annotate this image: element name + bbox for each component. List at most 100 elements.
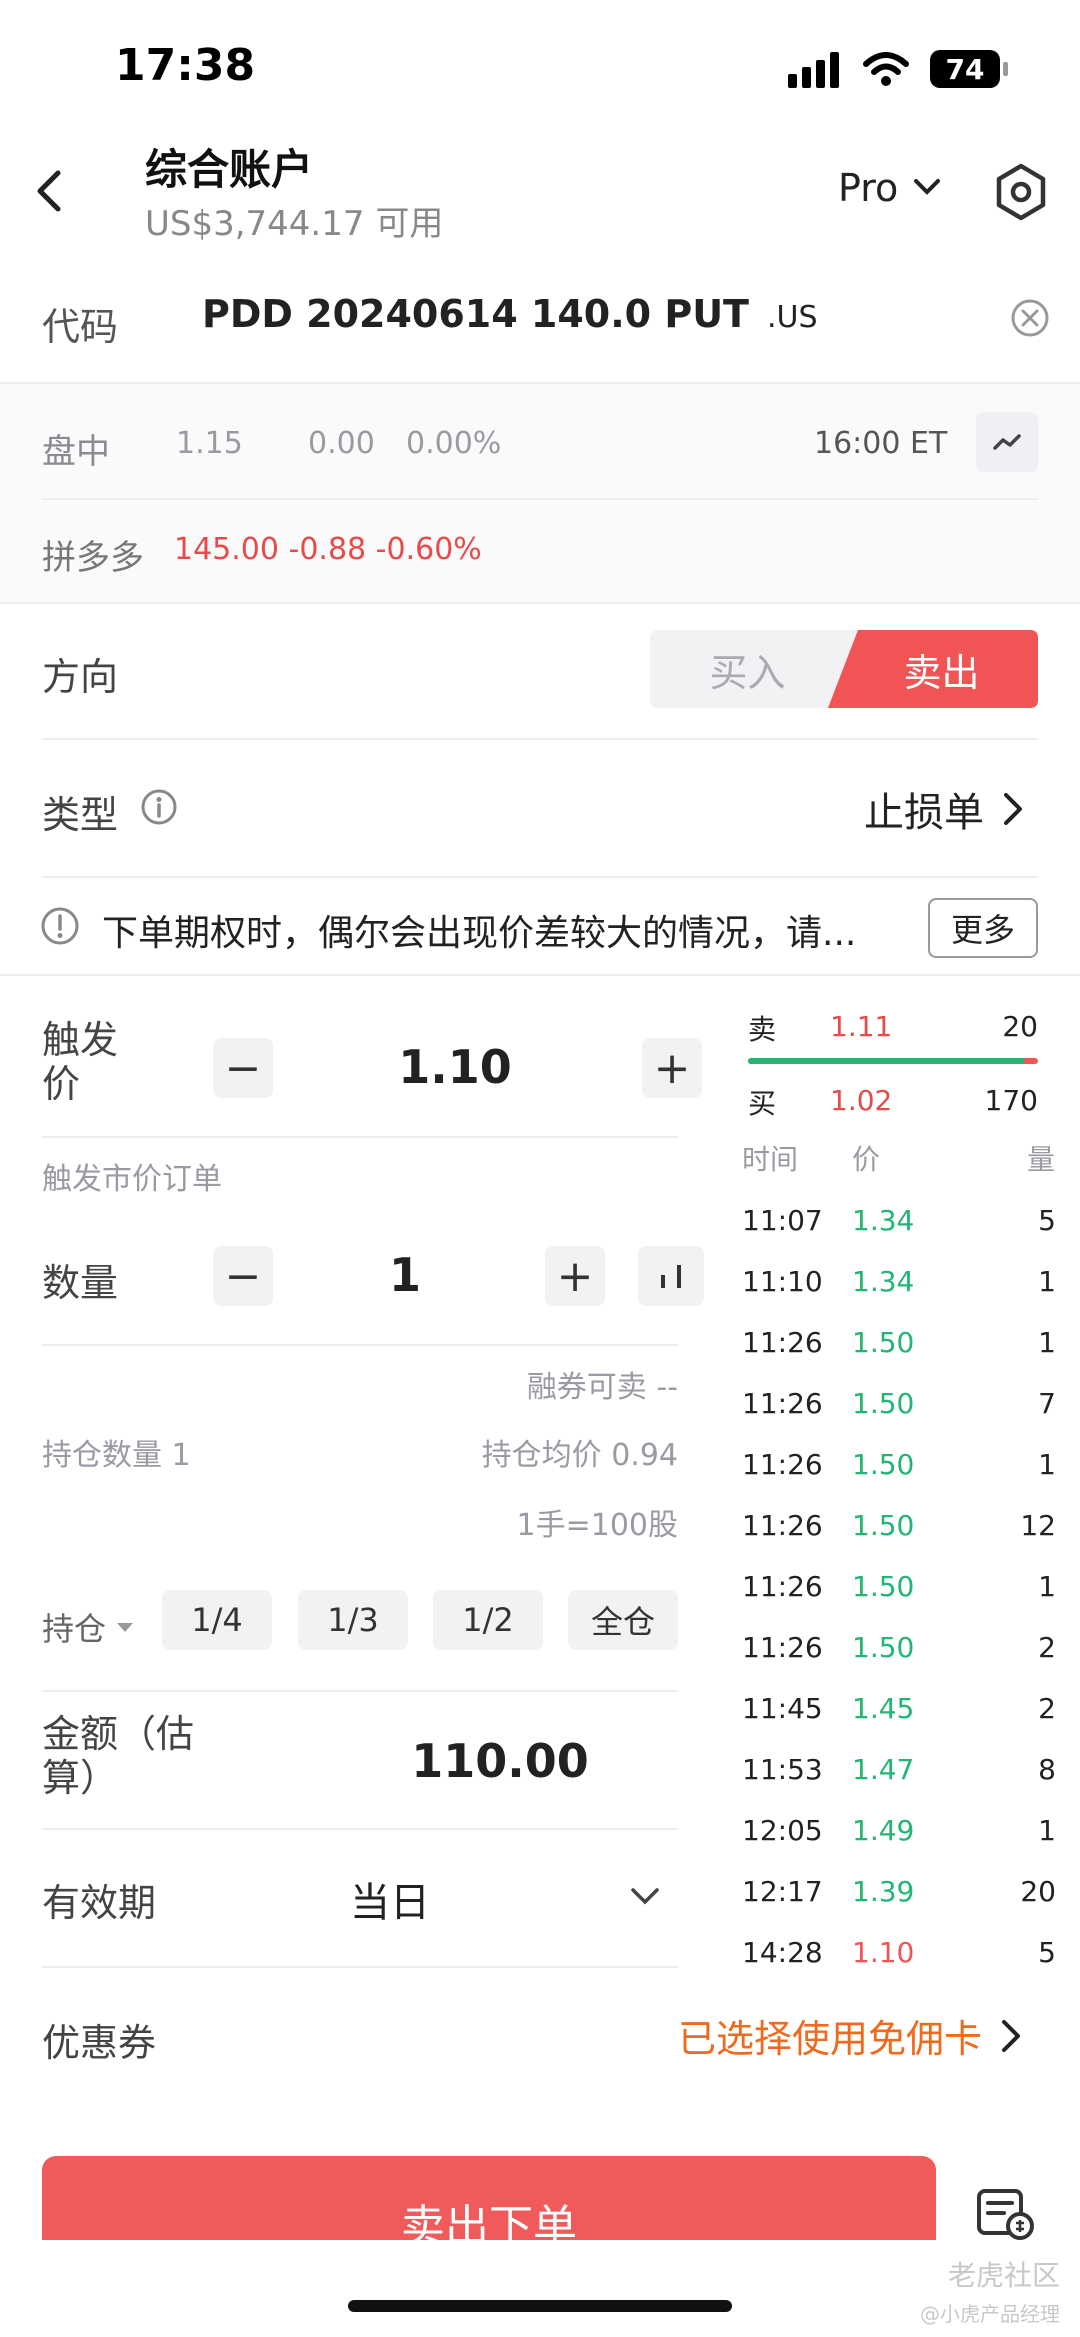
position-option-label: 1/4: [191, 1601, 243, 1639]
trade-qty: 5: [1038, 1204, 1056, 1237]
position-full-button[interactable]: 全仓: [568, 1590, 678, 1650]
trade-row: 14:28 1.10 5: [740, 1936, 1060, 1996]
amount-label-line1: 金额（估: [42, 1712, 195, 1756]
trade-time: 11:07: [742, 1204, 823, 1237]
ask-label: 卖: [748, 1013, 777, 1046]
trade-price: 1.50: [852, 1631, 915, 1664]
order-list-icon[interactable]: [976, 2188, 1036, 2244]
divider: [42, 1344, 678, 1346]
submit-order-button[interactable]: 卖出下单: [42, 2156, 936, 2252]
coupon-label: 优惠券: [42, 2021, 157, 2065]
divider: [42, 1828, 678, 1830]
trade-time: 11:26: [742, 1448, 823, 1481]
trigger-label-line2: 价: [42, 1062, 81, 1106]
trade-price: 1.50: [852, 1387, 915, 1420]
trade-qty: 1: [1038, 1265, 1056, 1298]
trade-row: 11:26 1.50 1: [740, 1326, 1060, 1386]
price-change-pct: 0.00%: [406, 426, 502, 461]
ask-price: 1.11: [830, 1010, 893, 1043]
amount-label: 金额（估 算）: [42, 1712, 194, 1800]
divider: [42, 1136, 678, 1138]
options-notice: 下单期权时，偶尔会出现价差较大的情况，请...: [102, 913, 857, 954]
trade-row: 11:45 1.45 2: [740, 1692, 1060, 1752]
trigger-hint: 触发市价订单: [42, 1162, 222, 1197]
underlying-name[interactable]: 拼多多: [42, 530, 144, 579]
trade-row: 12:05 1.49 1: [740, 1814, 1060, 1874]
avg-price-info: 持仓均价 0.94: [481, 1438, 678, 1473]
trade-qty: 1: [1038, 1326, 1056, 1359]
validity-selector[interactable]: 当日: [350, 1864, 670, 1926]
trigger-price-input[interactable]: 1.10: [340, 1040, 570, 1094]
trigger-label: 触发 价: [42, 1018, 118, 1106]
trade-time: 11:10: [742, 1265, 823, 1298]
direction-label: 方向: [42, 655, 119, 699]
bid-qty: 170: [984, 1084, 1038, 1117]
trigger-label-line1: 触发: [42, 1018, 119, 1062]
wifi-icon: [862, 50, 910, 92]
trade-qty: 5: [1038, 1936, 1056, 1969]
position-qty-info: 持仓数量 1: [42, 1438, 191, 1473]
clear-icon[interactable]: [1010, 298, 1050, 342]
coupon-value: 已选择使用免佣卡: [678, 2017, 983, 2061]
buy-button[interactable]: 买入: [650, 630, 845, 708]
position-half-button[interactable]: 1/2: [433, 1590, 543, 1650]
chevron-down-icon: [914, 179, 941, 195]
warning-icon: [40, 906, 80, 950]
trade-row: 11:26 1.50 1: [740, 1448, 1060, 1508]
trades-header-price: 价: [852, 1143, 881, 1176]
trade-row: 11:26 1.50 2: [740, 1631, 1060, 1691]
info-icon[interactable]: [140, 788, 178, 830]
divider: [0, 974, 1080, 976]
account-title[interactable]: 综合账户: [145, 136, 313, 197]
last-price: 1.15: [176, 426, 243, 461]
pro-mode-selector[interactable]: Pro: [838, 166, 944, 210]
trade-qty: 1: [1038, 1448, 1056, 1481]
trade-time: 11:53: [742, 1753, 823, 1786]
quantity-keypad-button[interactable]: [638, 1246, 704, 1306]
order-type-value: 止损单: [864, 790, 984, 836]
trade-qty: 1: [1038, 1570, 1056, 1603]
position-selector[interactable]: 持仓: [42, 1604, 136, 1650]
coupon-selector[interactable]: 已选择使用免佣卡: [678, 2008, 1026, 2063]
position-option-label: 全仓: [590, 1603, 655, 1641]
trade-qty: 20: [1020, 1875, 1056, 1908]
settings-icon[interactable]: [994, 162, 1048, 226]
watermark-line1: 老虎社区: [947, 2259, 1060, 2292]
more-button[interactable]: 更多: [928, 898, 1038, 958]
order-type-selector[interactable]: 止损单: [864, 780, 1028, 838]
back-button[interactable]: [30, 165, 70, 221]
trade-row: 11:26 1.50 12: [740, 1509, 1060, 1569]
quantity-increment-button[interactable]: +: [545, 1246, 605, 1306]
bars-icon: [661, 1265, 681, 1288]
trend-chart-icon: [993, 434, 1021, 450]
quantity-input[interactable]: 1: [340, 1248, 470, 1302]
bid-ratio-fill: [748, 1058, 1024, 1064]
trade-price: 1.34: [852, 1265, 915, 1298]
divider: [42, 1690, 678, 1692]
position-quarter-button[interactable]: 1/4: [162, 1590, 272, 1650]
battery-tip: [1003, 62, 1008, 76]
trade-price: 1.50: [852, 1570, 915, 1603]
quantity-decrement-button[interactable]: −: [213, 1246, 273, 1306]
trade-time: 14:28: [742, 1936, 823, 1969]
trade-row: 11:53 1.47 8: [740, 1753, 1060, 1813]
trigger-increment-button[interactable]: +: [642, 1038, 702, 1098]
quantity-label: 数量: [42, 1261, 119, 1305]
trade-qty: 12: [1020, 1509, 1056, 1542]
trade-row: 11:07 1.34 5: [740, 1204, 1060, 1264]
trigger-decrement-button[interactable]: −: [213, 1038, 273, 1098]
chevron-right-icon: [1002, 2019, 1021, 2052]
trade-qty: 7: [1038, 1387, 1056, 1420]
trade-price: 1.50: [852, 1448, 915, 1481]
position-option-label: 1/3: [327, 1601, 379, 1639]
position-third-button[interactable]: 1/3: [298, 1590, 408, 1650]
trade-row: 12:17 1.39 20: [740, 1875, 1060, 1935]
quote-time: 16:00 ET: [814, 426, 948, 461]
watermark-line2: @小虎产品经理: [920, 2302, 1060, 2326]
symbol-field[interactable]: PDD 20240614 140.0 PUT .US: [202, 292, 818, 336]
position-option-label: 1/2: [462, 1601, 514, 1639]
chart-button[interactable]: [976, 412, 1038, 472]
trade-qty: 8: [1038, 1753, 1056, 1786]
sell-button[interactable]: 卖出: [845, 630, 1038, 708]
trade-price: 1.45: [852, 1692, 915, 1725]
